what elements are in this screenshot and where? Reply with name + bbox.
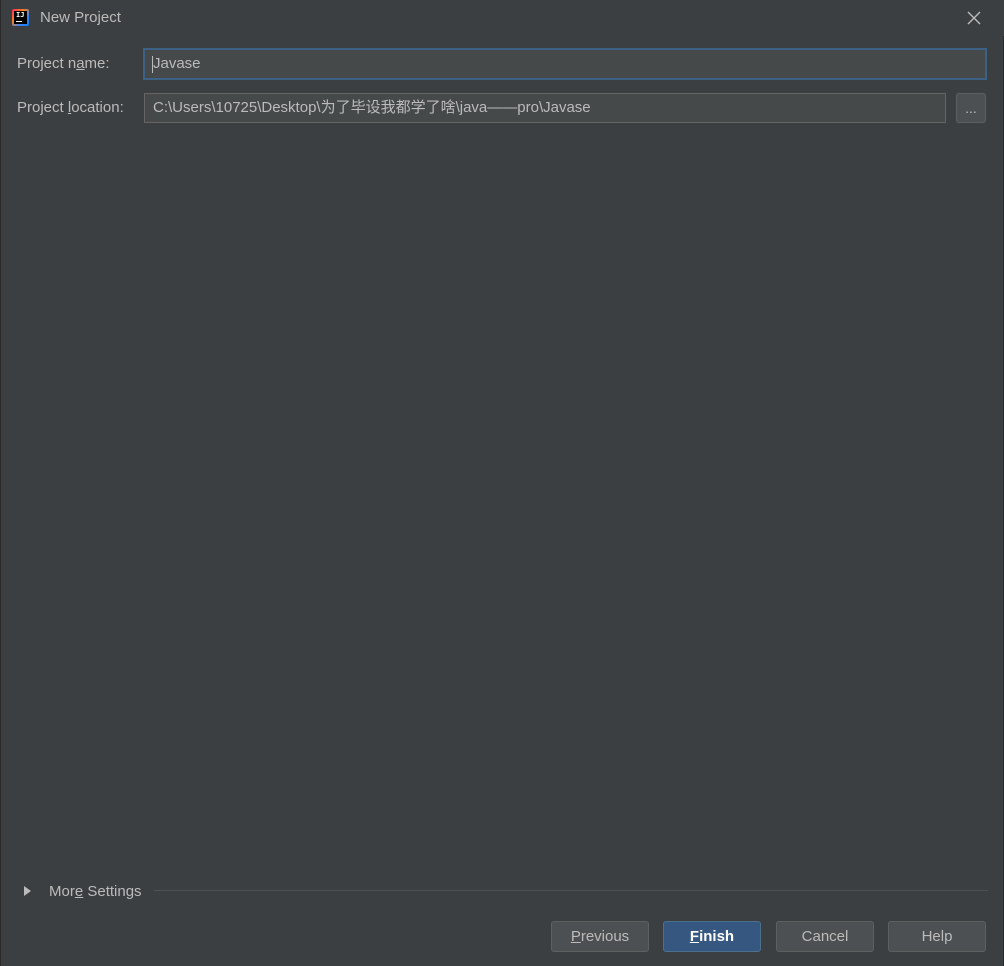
more-settings-label: More Settings xyxy=(49,882,142,900)
help-button[interactable]: Help xyxy=(888,921,986,952)
title-bar: IJ New Project xyxy=(1,0,1004,36)
new-project-dialog: IJ New Project Project name: Javase Proj… xyxy=(0,0,1004,966)
browse-location-button[interactable]: ... xyxy=(956,93,986,123)
cancel-button[interactable]: Cancel xyxy=(776,921,874,952)
previous-button[interactable]: Previous xyxy=(551,921,649,952)
project-name-label: Project name: xyxy=(17,55,110,72)
intellij-idea-icon: IJ xyxy=(12,9,29,26)
project-location-label: Project location: xyxy=(17,99,124,116)
project-location-input[interactable]: C:\Users\10725\Desktop\为了毕设我都学了啥\java——p… xyxy=(144,93,946,123)
project-name-value: Javase xyxy=(153,55,201,72)
window-title: New Project xyxy=(40,9,121,26)
project-name-input[interactable]: Javase xyxy=(143,48,987,80)
more-settings-toggle[interactable]: More Settings xyxy=(19,880,142,902)
project-location-value: C:\Users\10725\Desktop\为了毕设我都学了啥\java——p… xyxy=(153,99,591,116)
close-icon xyxy=(967,11,981,25)
more-settings-divider xyxy=(154,890,988,891)
expand-triangle-icon xyxy=(24,886,31,896)
finish-button[interactable]: Finish xyxy=(663,921,761,952)
close-button[interactable] xyxy=(959,3,989,33)
